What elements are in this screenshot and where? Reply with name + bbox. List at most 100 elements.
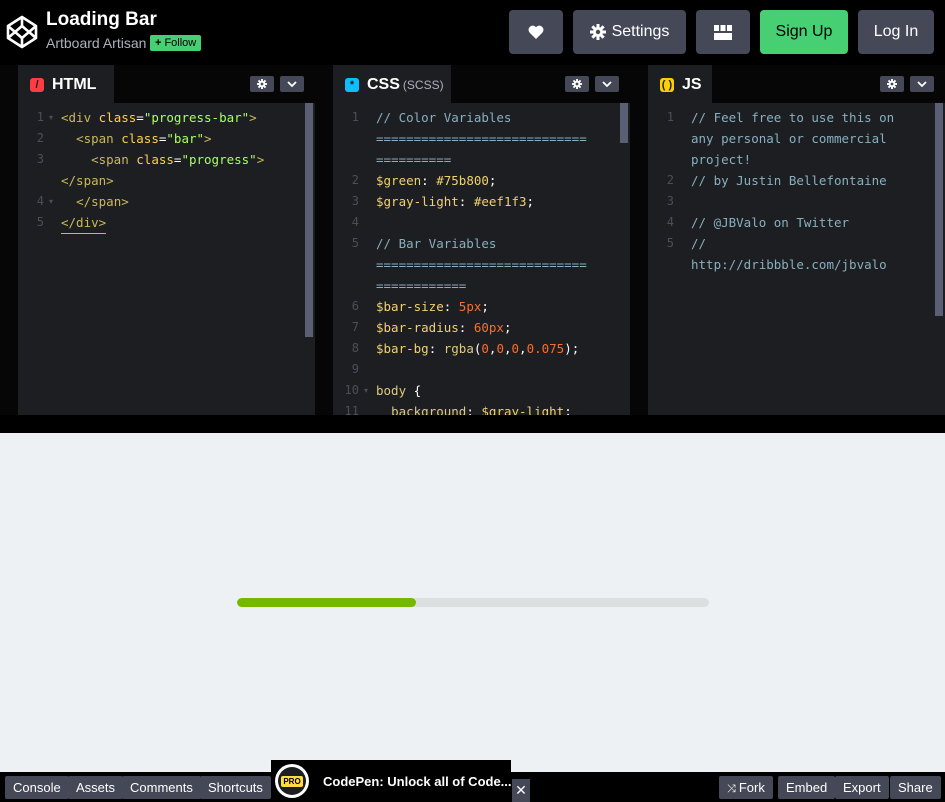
line-number: 10 (344, 383, 359, 397)
code-line: </span> (61, 173, 114, 188)
code-line: // Feel free to use this on (691, 110, 895, 125)
layout-icon (714, 24, 732, 40)
js-code-editor[interactable]: 1 2 3 4 5 // Feel free to use this on an… (648, 103, 945, 415)
export-button[interactable]: Export (835, 776, 889, 799)
fork-button[interactable]: ⤨ Fork (719, 776, 773, 799)
scrollbar[interactable] (305, 103, 313, 337)
loading-progress-bar (237, 598, 709, 607)
code-line: project! (691, 152, 752, 167)
line-number: 4 (36, 194, 44, 208)
follow-button[interactable]: + Follow (150, 35, 202, 51)
html-label: HTML (52, 75, 97, 93)
gear-icon (572, 79, 582, 89)
embed-button[interactable]: Embed (778, 776, 836, 799)
line-number: 4 (351, 215, 359, 229)
heart-icon (528, 25, 544, 39)
css-icon: * (345, 77, 359, 92)
heart-button[interactable] (509, 10, 563, 54)
code-line: $gray-light: #eef1f3; (376, 194, 535, 209)
line-number: 9 (351, 362, 359, 376)
scrollbar[interactable] (620, 103, 628, 143)
code-line: $bar-size: 5px; (376, 299, 489, 314)
fold-icon[interactable]: ▾ (49, 107, 53, 128)
code-line: $bar-radius: 60px; (376, 320, 512, 335)
css-preprocessor-label: (SCSS) (402, 77, 444, 92)
line-number: 1 (36, 110, 44, 124)
codepen-logo-icon[interactable] (6, 14, 38, 50)
html-settings-button[interactable] (250, 76, 274, 92)
gear-icon (257, 79, 267, 89)
code-line: $bar-bg: rgba(0,0,0,0.075); (376, 341, 580, 356)
js-icon: ( ) (660, 77, 674, 92)
line-number: 6 (351, 299, 359, 313)
code-line: // Bar Variables (376, 236, 497, 251)
result-preview (0, 433, 945, 772)
editor-panes: / HTML 1 2 3 4 5 ▾ ▾ <div class="progres… (0, 65, 945, 415)
pen-title[interactable]: Loading Bar (46, 9, 157, 31)
line-number: 2 (36, 131, 44, 145)
pane-resizer[interactable] (0, 65, 18, 415)
code-line: </div> (61, 212, 107, 234)
fold-icon[interactable]: ▾ (49, 191, 53, 212)
code-line: ============================ (376, 257, 587, 272)
chevron-down-icon (602, 81, 612, 87)
code-line: ============ (376, 278, 467, 293)
html-editor-tab[interactable]: / HTML (18, 66, 114, 103)
share-button[interactable]: Share (890, 776, 941, 799)
shortcuts-button[interactable]: Shortcuts (200, 776, 271, 799)
close-icon[interactable]: ✕ (512, 779, 530, 802)
chevron-down-icon (287, 81, 297, 87)
js-label: JS (682, 75, 702, 93)
pro-badge-icon: PRO (275, 764, 309, 798)
assets-button[interactable]: Assets (68, 776, 124, 799)
code-line: // (691, 236, 707, 251)
line-number: 3 (36, 152, 44, 166)
header: Loading Bar Artboard Artisan + Follow Set… (0, 0, 945, 65)
code-line: ========== (376, 152, 452, 167)
code-line: // by Justin Bellefontaine (691, 173, 887, 188)
line-number: 8 (351, 341, 359, 355)
css-collapse-button[interactable] (595, 76, 619, 92)
css-editor-tab[interactable]: * CSS (SCSS) (333, 66, 451, 103)
fork-icon: ⤨ (727, 783, 736, 795)
line-number: 5 (666, 236, 674, 250)
settings-button[interactable]: Settings (573, 10, 686, 54)
code-line: <div class="progress-bar"> (61, 110, 257, 125)
author-name[interactable]: Artboard Artisan (46, 35, 146, 51)
pro-promo-banner[interactable]: PRO CodePen: Unlock all of Code... (271, 760, 512, 802)
pro-badge-text: PRO (281, 775, 303, 787)
html-collapse-button[interactable] (280, 76, 304, 92)
code-line: <span class="progress"> (91, 152, 265, 167)
line-number: 2 (666, 173, 674, 187)
js-settings-button[interactable] (880, 76, 904, 92)
css-code-editor[interactable]: 1 2 3 4 5 6 7 8 9 10 11 ▾ // Color Varia… (333, 103, 630, 415)
css-editor-pane: * CSS (SCSS) 1 2 3 4 5 6 7 8 9 10 11 ▾ /… (333, 65, 630, 415)
html-icon: / (30, 77, 44, 92)
css-settings-button[interactable] (565, 76, 589, 92)
js-collapse-button[interactable] (910, 76, 934, 92)
pane-resizer[interactable] (315, 65, 333, 415)
comments-button[interactable]: Comments (122, 776, 201, 799)
line-number: 1 (666, 110, 674, 124)
follow-label: Follow (164, 37, 197, 49)
line-number: 5 (36, 215, 44, 229)
editor-preview-resizer[interactable] (0, 415, 945, 433)
code-line: http://dribbble.com/jbvalo (691, 257, 887, 272)
html-code-editor[interactable]: 1 2 3 4 5 ▾ ▾ <div class="progress-bar">… (18, 103, 315, 415)
gear-icon (589, 24, 606, 40)
line-number: 11 (344, 404, 359, 415)
code-line: any personal or commercial (691, 131, 887, 146)
pane-resizer[interactable] (630, 65, 648, 415)
js-editor-tab[interactable]: ( ) JS (648, 66, 712, 103)
code-line: $green: #75b800; (376, 173, 497, 188)
scrollbar[interactable] (935, 103, 943, 316)
log-in-button[interactable]: Log In (858, 10, 934, 54)
sign-up-button[interactable]: Sign Up (760, 10, 848, 54)
css-label: CSS (367, 75, 400, 93)
console-button[interactable]: Console (5, 776, 69, 799)
promo-text: CodePen: Unlock all of Code... (323, 773, 512, 789)
change-view-button[interactable] (696, 10, 750, 54)
code-line: // @JBValo on Twitter (691, 215, 850, 230)
code-line: ============================ (376, 131, 587, 146)
fold-icon[interactable]: ▾ (364, 380, 368, 401)
